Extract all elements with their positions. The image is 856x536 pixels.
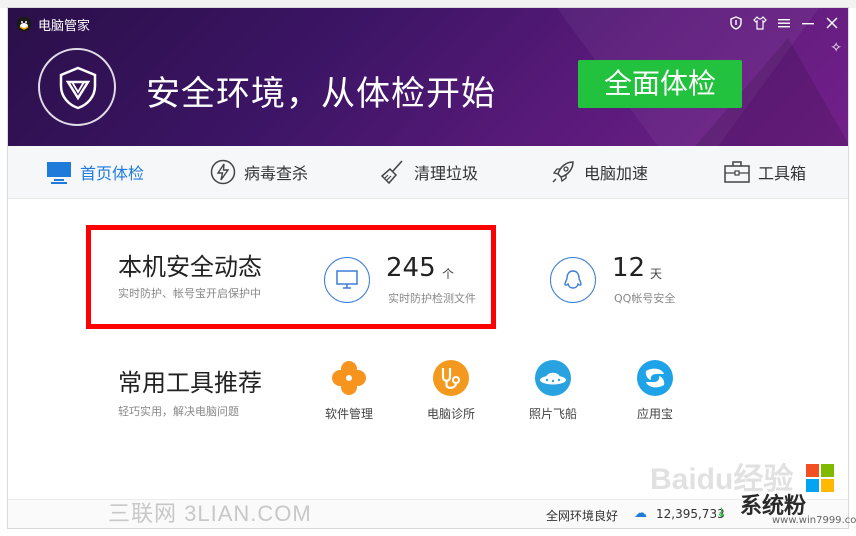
minimize-icon[interactable] (798, 13, 818, 33)
header-banner: 电脑管家 ✧ 安全环境，从体检开始 全面体检 (8, 8, 848, 146)
tab-label: 病毒查杀 (244, 164, 309, 183)
qq-icon (564, 270, 582, 289)
title-bar: 电脑管家 (8, 8, 848, 38)
files-scanned-unit: 个 (442, 267, 455, 281)
recommended-tools-title: 常用工具推荐 (118, 369, 262, 397)
qq-account-icon[interactable] (550, 257, 596, 303)
sparkle-icon[interactable]: ✧ (830, 40, 842, 56)
app-logo-icon (16, 16, 32, 32)
window-controls (726, 13, 842, 33)
close-icon[interactable] (822, 13, 842, 33)
tool-label: 软件管理 (324, 407, 373, 421)
tool-software-manager[interactable]: 软件管理 (309, 359, 389, 422)
app-window: 电脑管家 ✧ 安全环境，从体检开始 全面体检 首页体检 病毒查杀 清理垃圾 电脑… (8, 8, 848, 528)
menu-icon[interactable] (774, 13, 794, 33)
shirt-icon[interactable] (750, 13, 770, 33)
security-status-title: 本机安全动态 (118, 253, 262, 281)
tool-label: 照片飞船 (528, 407, 577, 421)
cloud-icon: ☁ (634, 506, 647, 521)
files-scanned-count: 245 (386, 253, 436, 283)
tab-label: 电脑加速 (584, 164, 649, 183)
qq-safe-days: 12 (612, 253, 646, 283)
tab-toolbox[interactable]: 工具箱 (724, 146, 806, 198)
app-title: 电脑管家 (38, 19, 91, 34)
headline: 安全环境，从体检开始 (146, 74, 496, 114)
monitor-icon (336, 270, 358, 289)
rocket-icon (552, 161, 574, 183)
tab-label: 清理垃圾 (414, 164, 479, 183)
realtime-protection-icon[interactable] (324, 257, 370, 303)
lightning-icon (210, 159, 236, 185)
shield-icon[interactable] (726, 13, 746, 33)
tab-virus-scan[interactable]: 病毒查杀 (210, 146, 308, 198)
recommended-tools-subtitle: 轻巧实用，解决电脑问题 (118, 405, 239, 418)
tab-cleanup[interactable]: 清理垃圾 (380, 146, 478, 198)
broom-icon (380, 160, 403, 185)
qq-safe-label: QQ帐号安全 (614, 292, 676, 305)
qq-safe-days-unit: 天 (650, 267, 663, 281)
tab-speedup[interactable]: 电脑加速 (550, 146, 648, 198)
tab-label: 首页体检 (80, 164, 145, 183)
tool-pc-clinic[interactable]: 电脑诊所 (411, 359, 491, 422)
app-store-icon (636, 359, 674, 397)
full-scan-button[interactable]: 全面体检 (578, 60, 742, 108)
shield-icon (59, 66, 97, 110)
files-scanned-label: 实时防护检测文件 (388, 292, 476, 305)
tool-photo-ship[interactable]: 照片飞船 (513, 359, 593, 422)
network-status-text: 全网环境良好 (546, 509, 619, 523)
stethoscope-icon (432, 359, 470, 397)
monitor-icon (47, 162, 71, 184)
main-nav: 首页体检 病毒查杀 清理垃圾 电脑加速 工具箱 (8, 146, 848, 199)
security-status-subtitle: 实时防护、帐号宝开启保护中 (118, 287, 261, 300)
tab-home-scan[interactable]: 首页体检 (46, 146, 144, 198)
tab-label: 工具箱 (758, 164, 807, 183)
security-shield-logo (38, 48, 116, 126)
watermark-3lian: 三联网 3LIAN.COM (108, 501, 312, 526)
toolbox-icon (724, 161, 750, 183)
windows-logo-icon (806, 464, 836, 494)
top-strip (0, 0, 856, 8)
arrow-down-icon: ↓ (716, 506, 727, 521)
software-manager-icon (330, 359, 368, 397)
tool-label: 应用宝 (636, 407, 673, 421)
watermark-url: www.win7999.com (772, 515, 856, 526)
tool-app-store[interactable]: 应用宝 (615, 359, 695, 422)
online-count: 12,395,733 (656, 507, 725, 521)
tool-label: 电脑诊所 (426, 407, 475, 421)
ufo-icon (534, 359, 572, 397)
